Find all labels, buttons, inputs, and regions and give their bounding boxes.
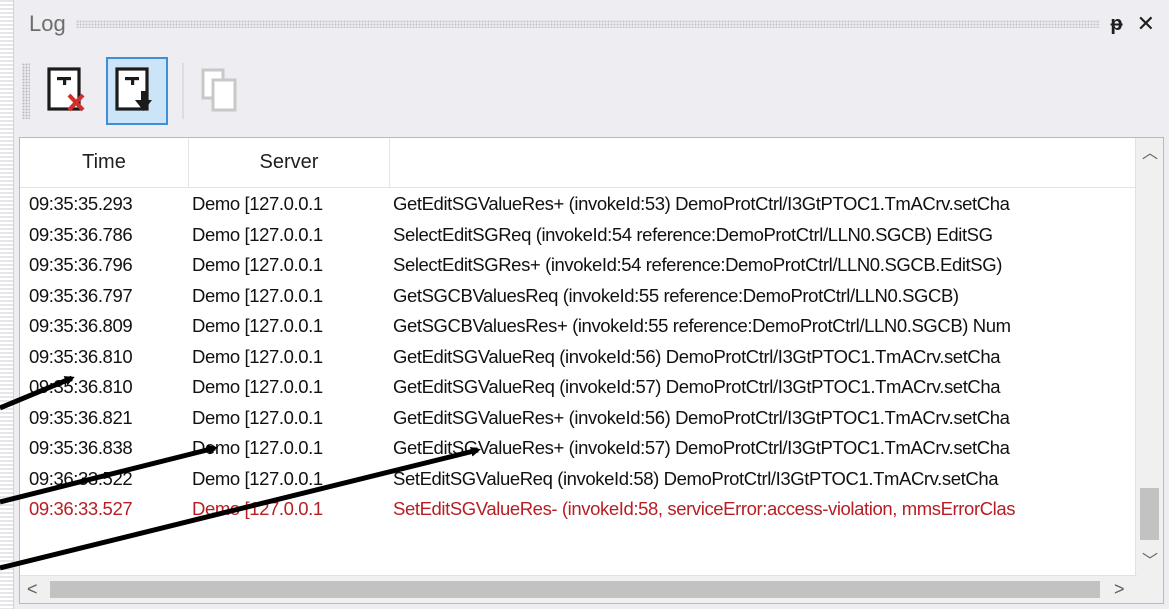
- scroll-down-icon[interactable]: ﹀: [1142, 554, 1158, 570]
- horizontal-scrollbar[interactable]: < >: [20, 575, 1137, 603]
- row-time-cell: 09:35:36.821: [29, 406, 133, 428]
- log-rows: 09:35:35.293 Demo [127.0.0.1 GetEditSGValu…: [20, 189, 1137, 525]
- table-row[interactable]: 09:35:36.821 Demo [127.0.0.1 GetEditSGValu…: [20, 403, 1137, 434]
- log-grid[interactable]: Time Server 09:35:35.293 Demo [127.0.0.1 G…: [19, 137, 1164, 604]
- row-message-cell: SetEditSGValueReq (invokeId:58) DemoProt…: [393, 467, 999, 489]
- toolbar-separator: [182, 63, 184, 119]
- titlebar-grip[interactable]: [75, 20, 1101, 28]
- row-server-cell: Demo [127.0.0.1: [192, 345, 323, 367]
- close-icon[interactable]: ✕: [1137, 13, 1155, 35]
- table-row[interactable]: 09:35:36.797 Demo [127.0.0.1 GetSGCBValues…: [20, 281, 1137, 312]
- row-time-cell: 09:35:36.810: [29, 345, 133, 367]
- row-time-cell: 09:35:35.293: [29, 193, 133, 214]
- row-server-cell: Demo [127.0.0.1: [192, 406, 323, 428]
- table-row[interactable]: 09:35:36.810 Demo [127.0.0.1 GetEditSGValu…: [20, 342, 1137, 373]
- table-row[interactable]: 09:36:33.527 Demo [127.0.0.1 SetEditSGValu…: [20, 494, 1137, 525]
- scroll-left-icon[interactable]: <: [27, 580, 38, 598]
- row-server-cell: Demo [127.0.0.1: [192, 223, 323, 245]
- row-message-cell: SetEditSGValueRes- (invokeId:58, service…: [393, 498, 1016, 519]
- log-panel: Log ᵽ ✕ Time Server 09:35:35.293 Demo [1…: [13, 0, 1169, 609]
- panel-title: Log: [29, 11, 66, 36]
- row-message-cell: GetEditSGValueReq (invokeId:57) DemoProt…: [393, 376, 1001, 397]
- horizontal-scroll-thumb[interactable]: [50, 581, 1100, 598]
- column-header-time[interactable]: Time: [20, 138, 189, 187]
- row-message-cell: GetEditSGValueRes+ (invokeId:57) DemoPro…: [393, 437, 1010, 458]
- grid-header: Time Server: [20, 138, 1137, 188]
- row-message-cell: SelectEditSGRes+ (invokeId:54 reference:…: [393, 254, 1002, 275]
- clear-log-icon: [47, 67, 85, 112]
- dock-side-grip: [0, 0, 13, 609]
- row-server-cell: Demo [127.0.0.1: [192, 254, 323, 275]
- table-row[interactable]: 09:35:35.293 Demo [127.0.0.1 GetEditSGValu…: [20, 189, 1137, 220]
- row-message-cell: GetEditSGValueRes+ (invokeId:56) DemoPro…: [393, 406, 1010, 428]
- copy-icon: [201, 68, 237, 112]
- autoscroll-log-icon: [115, 67, 152, 111]
- row-time-cell: 09:35:36.797: [29, 284, 133, 306]
- row-time-cell: 09:35:36.796: [29, 254, 133, 275]
- row-server-cell: Demo [127.0.0.1: [192, 376, 323, 397]
- toolbar-grip[interactable]: [22, 63, 30, 119]
- row-server-cell: Demo [127.0.0.1: [192, 315, 323, 336]
- row-time-cell: 09:36:33.522: [29, 467, 133, 489]
- column-header-message[interactable]: [390, 138, 1137, 187]
- vertical-scrollbar[interactable]: ︿ ﹀: [1135, 138, 1163, 576]
- panel-titlebar: Log ᵽ ✕: [14, 0, 1169, 48]
- table-row[interactable]: 09:35:36.809 Demo [127.0.0.1 GetSGCBValues…: [20, 311, 1137, 342]
- copy-button[interactable]: [192, 57, 254, 125]
- row-message-cell: GetEditSGValueReq (invokeId:56) DemoProt…: [393, 345, 1001, 367]
- row-server-cell: Demo [127.0.0.1: [192, 284, 323, 306]
- row-time-cell: 09:35:36.786: [29, 223, 133, 245]
- row-message-cell: GetSGCBValuesReq (invokeId:55 reference:…: [393, 284, 959, 306]
- row-time-cell: 09:35:36.838: [29, 437, 133, 458]
- row-server-cell: Demo [127.0.0.1: [192, 193, 323, 214]
- row-time-cell: 09:35:36.809: [29, 315, 133, 336]
- row-message-cell: SelectEditSGReq (invokeId:54 reference:D…: [393, 223, 993, 245]
- table-row[interactable]: 09:36:33.522 Demo [127.0.0.1 SetEditSGValu…: [20, 464, 1137, 495]
- row-server-cell: Demo [127.0.0.1: [192, 498, 323, 519]
- table-row[interactable]: 09:35:36.796 Demo [127.0.0.1 SelectEditSGR…: [20, 250, 1137, 281]
- autoscroll-button[interactable]: [106, 57, 168, 125]
- row-time-cell: 09:36:33.527: [29, 498, 133, 519]
- scrollbar-corner: [1136, 576, 1163, 603]
- row-server-cell: Demo [127.0.0.1: [192, 437, 323, 458]
- scroll-up-icon[interactable]: ︿: [1142, 146, 1158, 162]
- row-message-cell: GetSGCBValuesRes+ (invokeId:55 reference…: [393, 315, 1011, 336]
- row-time-cell: 09:35:36.810: [29, 376, 133, 397]
- toolbar: [22, 52, 422, 130]
- table-row[interactable]: 09:35:36.786 Demo [127.0.0.1 SelectEditSGR…: [20, 220, 1137, 251]
- row-server-cell: Demo [127.0.0.1: [192, 467, 323, 489]
- table-row[interactable]: 09:35:36.810 Demo [127.0.0.1 GetEditSGValu…: [20, 372, 1137, 403]
- pin-icon[interactable]: ᵽ: [1110, 14, 1122, 34]
- table-row[interactable]: 09:35:36.838 Demo [127.0.0.1 GetEditSGValu…: [20, 433, 1137, 464]
- vertical-scroll-thumb[interactable]: [1140, 488, 1159, 540]
- clear-log-button[interactable]: [38, 57, 100, 125]
- scroll-right-icon[interactable]: >: [1114, 580, 1125, 598]
- column-header-server[interactable]: Server: [189, 138, 390, 187]
- row-message-cell: GetEditSGValueRes+ (invokeId:53) DemoPro…: [393, 193, 1010, 214]
